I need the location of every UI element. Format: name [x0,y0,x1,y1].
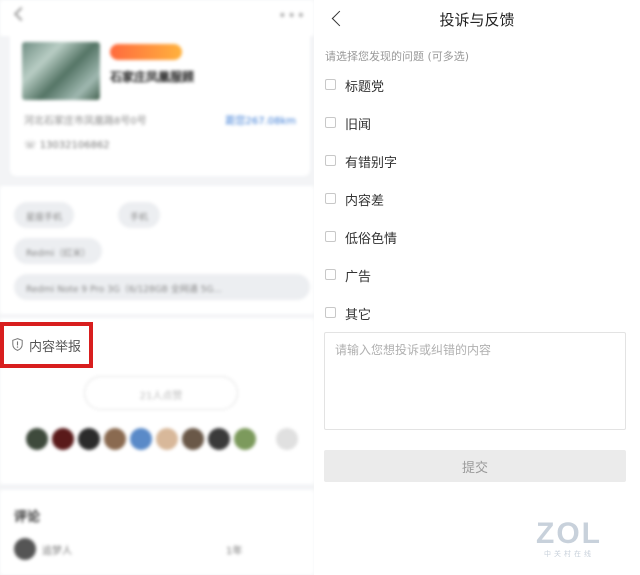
tag-chip[interactable]: Redmi（红米） [14,238,103,264]
back-arrow-icon[interactable] [13,6,29,22]
checkbox[interactable] [325,79,336,90]
report-content-button[interactable]: 内容举报 [0,322,93,368]
avatar [234,428,256,450]
option-label: 内容差 [345,194,385,209]
store-address: 河北石家庄市凤凰路8号0号 [24,116,147,127]
zol-watermark: ZOL 中关村在线 [536,519,602,559]
option-other[interactable]: 其它 [325,302,525,324]
option-label: 其它 [345,308,372,323]
report-label: 内容举报 [29,340,82,355]
option-poor-content[interactable]: 内容差 [325,188,525,210]
feedback-page: 投诉与反馈 请选择您发现的问题 (可多选) 标题党 旧闻 有错别字 内容差 低俗… [314,0,640,575]
tag-chip[interactable]: 手机 [118,202,161,228]
store-name: 石家庄凤凰服顾 [110,70,195,84]
tag-section: 星座手机 手机 Redmi（红米） Redmi Note 9 Pro 3G（6/… [0,186,314,314]
tag-chip[interactable]: Redmi Note 9 Pro 3G（6/128GB 全网通 5G... [14,274,310,300]
tag-chip[interactable]: 星座手机 [14,202,75,228]
avatar [130,428,152,450]
shield-alert-icon [12,338,23,351]
checkbox[interactable] [325,269,336,280]
store-phone-number: 13032106862 [39,140,110,151]
comments-title: 评论 [14,510,41,525]
avatar [104,428,126,450]
submit-button[interactable]: 提交 [324,450,626,482]
more-avatars-icon[interactable] [276,428,298,450]
store-distance[interactable]: 距您267.08km [225,112,296,127]
option-label: 旧闻 [345,118,372,133]
avatar [26,428,48,450]
checkbox[interactable] [325,117,336,128]
option-vulgar[interactable]: 低俗色情 [325,226,525,248]
avatar [78,428,100,450]
commenter-avatar [14,538,36,560]
store-photo [22,42,100,100]
store-card[interactable]: 石家庄凤凰服顾 河北石家庄市凤凰路8号0号 距您267.08km ☏ 13032… [10,30,310,176]
comments-section: 评论 追梦人 1年 [0,490,314,575]
option-advertising[interactable]: 广告 [325,264,525,286]
page-title: 投诉与反馈 [439,11,515,29]
option-typos[interactable]: 有错别字 [325,150,525,172]
select-hint: 请选择您发现的问题 (可多选) [325,50,470,63]
checkbox[interactable] [325,155,336,166]
checkbox[interactable] [325,231,336,242]
avatar [208,428,230,450]
avatar [156,428,178,450]
watermark-logo: ZOL [536,517,602,550]
like-button[interactable]: 21人点赞 [84,376,238,410]
option-label: 低俗色情 [345,232,398,247]
checkbox[interactable] [325,307,336,318]
store-phone[interactable]: ☏ 13032106862 [24,140,110,151]
option-label: 广告 [345,270,372,285]
store-badge [110,44,182,60]
blurred-content: ••• 石家庄凤凰服顾 河北石家庄市凤凰路8号0号 距您267.08km ☏ 1… [0,0,314,575]
watermark-subtitle: 中关村在线 [544,550,594,558]
comment-time: 1年 [226,546,243,557]
option-clickbait[interactable]: 标题党 [325,74,525,96]
option-old-news[interactable]: 旧闻 [325,112,525,134]
feedback-textarea[interactable] [324,332,626,430]
commenter-name: 追梦人 [42,546,72,557]
option-label: 有错别字 [345,156,398,171]
checkbox[interactable] [325,193,336,204]
background-article-page: ••• 石家庄凤凰服顾 河北石家庄市凤凰路8号0号 距您267.08km ☏ 1… [0,0,314,575]
option-label: 标题党 [345,80,385,95]
avatar [182,428,204,450]
more-icon[interactable]: ••• [278,8,306,24]
avatar [52,428,74,450]
